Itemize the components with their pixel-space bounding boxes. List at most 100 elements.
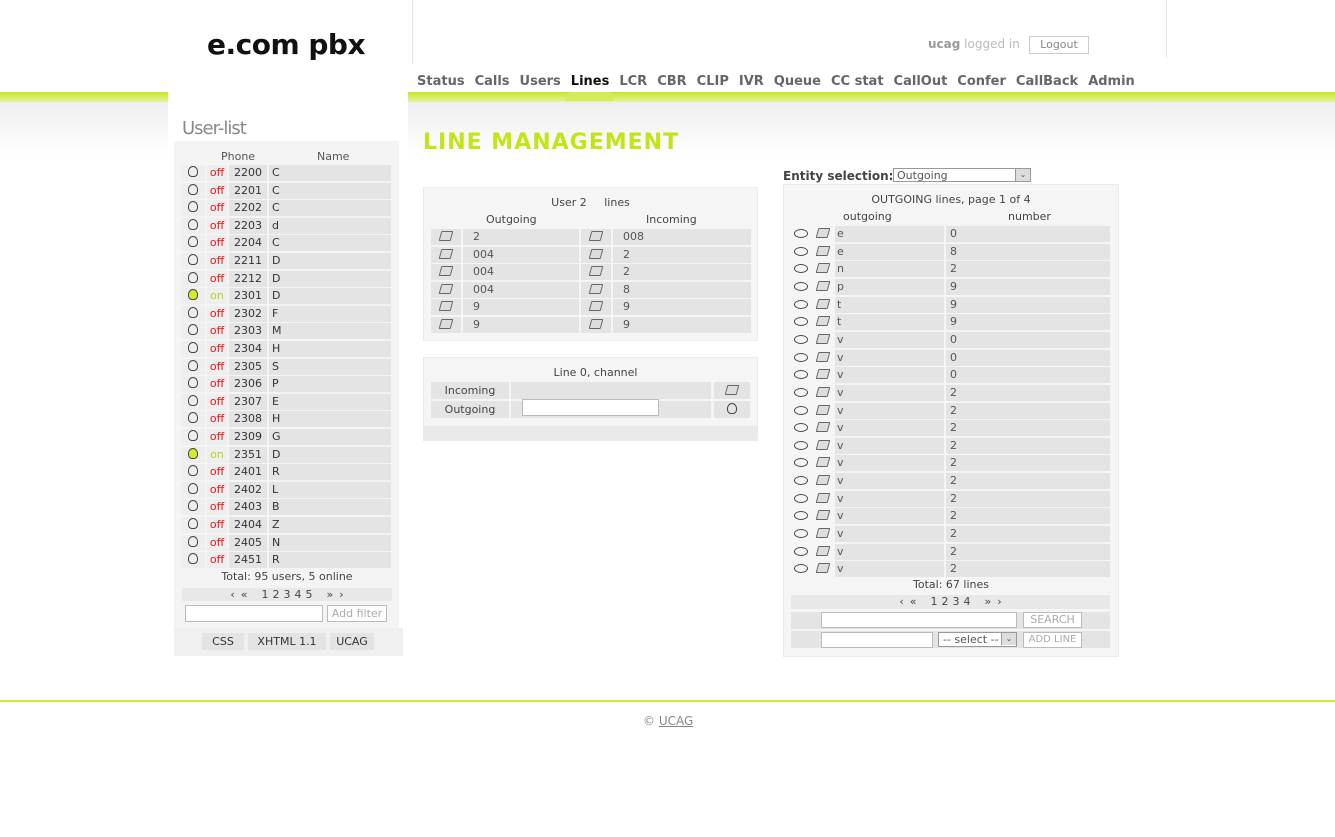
- nav-tab-calls[interactable]: Calls: [470, 74, 515, 94]
- entity-select[interactable]: Outgoing ⌄: [893, 168, 1031, 182]
- user-row[interactable]: off 2302 F: [181, 305, 393, 322]
- edit-line-button[interactable]: [813, 544, 833, 560]
- edit-outgoing-button[interactable]: [431, 299, 461, 316]
- pager-page[interactable]: 4: [295, 588, 302, 601]
- user-row[interactable]: on 2301 D: [181, 288, 393, 305]
- edit-line-button[interactable]: [813, 244, 833, 260]
- css-badge[interactable]: CSS: [202, 633, 244, 650]
- user-status-lamp[interactable]: [181, 446, 205, 463]
- user-row[interactable]: off 2401 R: [181, 464, 393, 481]
- nav-tab-lcr[interactable]: LCR: [614, 74, 652, 94]
- xhtml-badge[interactable]: XHTML 1.1: [248, 633, 326, 650]
- edit-incoming-button[interactable]: [581, 246, 611, 263]
- edit-line-button[interactable]: [813, 385, 833, 401]
- view-line-button[interactable]: [791, 367, 811, 383]
- pager-page[interactable]: 3: [284, 588, 291, 601]
- pager-page[interactable]: 5: [306, 588, 313, 601]
- user-status-lamp[interactable]: [181, 200, 205, 217]
- user-status-lamp[interactable]: [181, 411, 205, 428]
- user-status-lamp[interactable]: [181, 217, 205, 234]
- nav-tab-admin[interactable]: Admin: [1083, 74, 1140, 94]
- edit-line-button[interactable]: [813, 561, 833, 577]
- nav-tab-clip[interactable]: CLIP: [692, 74, 734, 94]
- user-row[interactable]: off 2403 B: [181, 499, 393, 516]
- user-status-lamp[interactable]: [181, 305, 205, 322]
- user-row[interactable]: off 2211 D: [181, 253, 393, 269]
- edit-line-button[interactable]: [813, 526, 833, 542]
- channel-outgoing-input[interactable]: [522, 399, 659, 416]
- edit-incoming-button[interactable]: [581, 317, 611, 333]
- user-status-lamp[interactable]: [181, 552, 205, 569]
- edit-line-button[interactable]: [813, 314, 833, 330]
- pager-last[interactable]: ›: [339, 588, 343, 601]
- edit-line-button[interactable]: [813, 508, 833, 524]
- edit-line-button[interactable]: [813, 279, 833, 295]
- user-row[interactable]: off 2203 d: [181, 217, 393, 234]
- edit-outgoing-button[interactable]: [431, 264, 461, 281]
- view-line-button[interactable]: [791, 491, 811, 507]
- pager-page[interactable]: 2: [273, 588, 280, 601]
- user-status-lamp[interactable]: [181, 376, 205, 393]
- user-row[interactable]: off 2204 C: [181, 235, 393, 252]
- user-row[interactable]: off 2304 H: [181, 341, 393, 357]
- pager-page[interactable]: 3: [953, 595, 960, 609]
- user-status-lamp[interactable]: [181, 517, 205, 533]
- nav-tab-ivr[interactable]: IVR: [734, 74, 769, 94]
- edit-line-button[interactable]: [813, 226, 833, 242]
- view-line-button[interactable]: [791, 438, 811, 454]
- pager-first[interactable]: ‹: [230, 588, 234, 601]
- pager-prev[interactable]: «: [241, 588, 248, 601]
- pager-next[interactable]: »: [327, 588, 334, 601]
- user-row[interactable]: off 2305 S: [181, 358, 393, 375]
- view-line-button[interactable]: [791, 332, 811, 348]
- user-status-lamp[interactable]: [181, 253, 205, 269]
- nav-tab-cbr[interactable]: CBR: [652, 74, 691, 94]
- nav-tab-status[interactable]: Status: [412, 74, 470, 94]
- edit-line-button[interactable]: [813, 491, 833, 507]
- nav-tab-confer[interactable]: Confer: [952, 74, 1011, 94]
- user-row[interactable]: off 2402 L: [181, 481, 393, 498]
- channel-incoming-edit[interactable]: [714, 382, 750, 399]
- pager-first[interactable]: ‹: [899, 595, 903, 609]
- nav-tab-lines[interactable]: Lines: [565, 74, 615, 101]
- view-line-button[interactable]: [791, 473, 811, 489]
- edit-line-button[interactable]: [813, 420, 833, 436]
- user-row[interactable]: off 2201 C: [181, 182, 393, 199]
- view-line-button[interactable]: [791, 244, 811, 260]
- user-row[interactable]: off 2451 R: [181, 552, 393, 569]
- edit-line-button[interactable]: [813, 261, 833, 277]
- view-line-button[interactable]: [791, 314, 811, 330]
- add-filter-button[interactable]: Add filter: [327, 605, 387, 622]
- user-row[interactable]: off 2309 G: [181, 429, 393, 445]
- edit-line-button[interactable]: [813, 455, 833, 471]
- edit-incoming-button[interactable]: [581, 281, 611, 298]
- view-line-button[interactable]: [791, 455, 811, 471]
- user-status-lamp[interactable]: [181, 429, 205, 445]
- edit-outgoing-button[interactable]: [431, 317, 461, 333]
- add-line-select[interactable]: -- select -- ⌄: [938, 632, 1017, 647]
- footer-link-ucag[interactable]: UCAG: [659, 714, 693, 728]
- view-line-button[interactable]: [791, 385, 811, 401]
- view-line-button[interactable]: [791, 544, 811, 560]
- ucag-badge[interactable]: UCAG: [330, 633, 374, 650]
- user-status-lamp[interactable]: [181, 464, 205, 481]
- edit-outgoing-button[interactable]: [431, 281, 461, 298]
- view-line-button[interactable]: [791, 261, 811, 277]
- pager-prev[interactable]: «: [910, 595, 917, 609]
- user-status-lamp[interactable]: [181, 393, 205, 410]
- view-line-button[interactable]: [791, 279, 811, 295]
- view-line-button[interactable]: [791, 508, 811, 524]
- channel-outgoing-lamp[interactable]: [714, 401, 750, 418]
- edit-line-button[interactable]: [813, 403, 833, 419]
- user-row[interactable]: off 2212 D: [181, 270, 393, 287]
- user-status-lamp[interactable]: [181, 481, 205, 498]
- view-line-button[interactable]: [791, 403, 811, 419]
- user-row[interactable]: off 2303 M: [181, 323, 393, 340]
- nav-tab-users[interactable]: Users: [515, 74, 566, 94]
- user-status-lamp[interactable]: [181, 499, 205, 516]
- user-status-lamp[interactable]: [181, 288, 205, 305]
- user-status-lamp[interactable]: [181, 534, 205, 551]
- view-line-button[interactable]: [791, 561, 811, 577]
- pager-page[interactable]: 4: [964, 595, 971, 609]
- user-row[interactable]: off 2308 H: [181, 411, 393, 428]
